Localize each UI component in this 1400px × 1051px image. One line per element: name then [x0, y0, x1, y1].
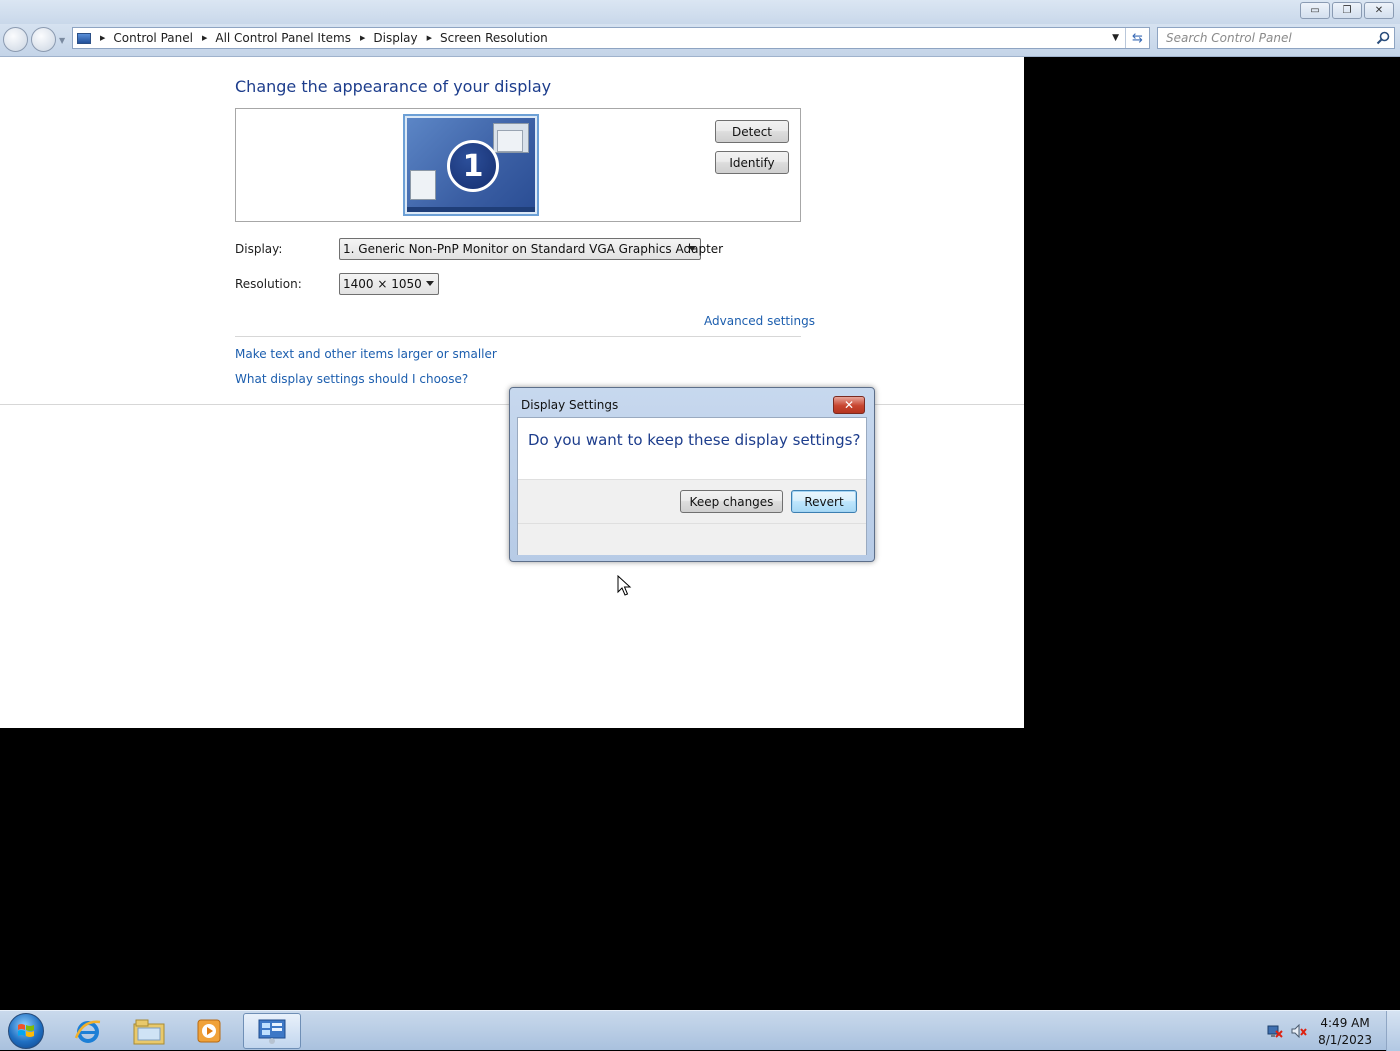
- show-desktop-button[interactable]: [1386, 1011, 1400, 1051]
- breadcrumb-arrow-icon[interactable]: ▶: [202, 34, 207, 42]
- display-settings-help-link[interactable]: What display settings should I choose?: [235, 372, 468, 386]
- taskbar-internet-explorer[interactable]: [59, 1013, 117, 1049]
- control-panel-icon: [258, 1019, 286, 1044]
- search-input[interactable]: [1166, 28, 1376, 48]
- clock-date: 8/1/2023: [1318, 1033, 1372, 1047]
- breadcrumb-arrow-icon[interactable]: ▶: [427, 34, 432, 42]
- clock-time: 4:49 AM: [1320, 1016, 1370, 1030]
- internet-explorer-icon: [74, 1020, 101, 1043]
- address-dropdown-icon[interactable]: ▼: [1112, 33, 1119, 43]
- restore-icon: ❐: [1342, 5, 1352, 16]
- dialog-body: Do you want to keep these display settin…: [517, 417, 867, 555]
- preview-window-graphic: [493, 123, 529, 153]
- back-button[interactable]: [3, 27, 28, 52]
- restore-button[interactable]: ❐: [1332, 2, 1362, 19]
- control-panel-icon: [77, 32, 91, 44]
- window-controls: ▭ ❐ ✕: [1300, 2, 1394, 19]
- dialog-close-button[interactable]: ✕: [833, 396, 865, 414]
- start-button[interactable]: [8, 1013, 44, 1049]
- search-box[interactable]: [1157, 27, 1395, 49]
- advanced-settings-link[interactable]: Advanced settings: [704, 314, 815, 328]
- resolution-label: Resolution:: [235, 277, 302, 291]
- network-disconnected-icon[interactable]: [1267, 1024, 1283, 1038]
- windows-logo-icon: [18, 1024, 34, 1037]
- revert-button[interactable]: Revert: [791, 490, 857, 513]
- minimize-button[interactable]: ▭: [1300, 2, 1330, 19]
- display-label: Display:: [235, 242, 283, 256]
- search-icon[interactable]: [1376, 31, 1390, 45]
- refresh-button[interactable]: ⇆: [1125, 28, 1149, 48]
- monitor-preview: 1: [407, 118, 535, 212]
- dialog-question: Do you want to keep these display settin…: [528, 431, 861, 449]
- display-select[interactable]: 1. Generic Non-PnP Monitor on Standard V…: [339, 238, 723, 260]
- navigation-bar: ▼ ▶ Control Panel ▶ All Control Panel It…: [0, 24, 1400, 57]
- dialog-footer: Keep changes Revert: [518, 479, 866, 555]
- resolution-select-value: 1400 × 1050: [343, 277, 422, 291]
- text-size-link[interactable]: Make text and other items larger or smal…: [235, 347, 497, 361]
- display-settings-dialog: Display Settings ✕ Do you want to keep t…: [509, 387, 875, 562]
- folder-icon: [133, 1019, 165, 1045]
- page-title: Change the appearance of your display: [235, 77, 552, 96]
- minimize-icon: ▭: [1310, 5, 1320, 16]
- detect-button[interactable]: Detect: [715, 120, 789, 143]
- breadcrumb-arrow-icon[interactable]: ▶: [100, 34, 105, 42]
- breadcrumb-screen-resolution[interactable]: Screen Resolution: [440, 31, 548, 45]
- keep-changes-button[interactable]: Keep changes: [680, 490, 783, 513]
- taskbar-control-panel[interactable]: [243, 1013, 301, 1049]
- chevron-down-icon: [426, 281, 434, 286]
- dialog-title: Display Settings: [521, 398, 619, 412]
- resolution-select[interactable]: 1400 × 1050: [339, 273, 439, 295]
- display-select-value: 1. Generic Non-PnP Monitor on Standard V…: [343, 242, 724, 256]
- chevron-down-icon: [688, 246, 696, 251]
- monitor-arrangement-panel: 1 Detect Identify: [235, 108, 801, 222]
- preview-taskbar-graphic: [407, 207, 535, 212]
- forward-button[interactable]: [31, 27, 56, 52]
- recent-pages-dropdown-icon[interactable]: ▼: [59, 36, 65, 45]
- taskbar: 4:49 AM 8/1/2023: [0, 1010, 1400, 1051]
- close-icon: ✕: [1374, 5, 1384, 16]
- system-clock[interactable]: 4:49 AM 8/1/2023: [1318, 1015, 1372, 1049]
- monitor-number-badge: 1: [447, 140, 499, 192]
- divider: [235, 336, 801, 337]
- speaker-muted-icon[interactable]: [1291, 1024, 1307, 1038]
- refresh-icon: ⇆: [1132, 30, 1143, 46]
- identify-button[interactable]: Identify: [715, 151, 789, 174]
- breadcrumb-arrow-icon[interactable]: ▶: [360, 34, 365, 42]
- address-bar[interactable]: ▶ Control Panel ▶ All Control Panel Item…: [72, 27, 1150, 49]
- breadcrumb-all-items[interactable]: All Control Panel Items: [215, 31, 351, 45]
- media-player-icon: [197, 1019, 221, 1043]
- preview-window-graphic: [410, 170, 436, 200]
- window-titlebar: ▭ ❐ ✕: [0, 0, 1400, 24]
- divider: [518, 523, 866, 524]
- close-icon: ✕: [843, 398, 855, 412]
- taskbar-windows-explorer[interactable]: [120, 1013, 178, 1049]
- close-window-button[interactable]: ✕: [1364, 2, 1394, 19]
- taskbar-media-player[interactable]: [180, 1013, 238, 1049]
- breadcrumb-display[interactable]: Display: [373, 31, 417, 45]
- monitor-1-thumbnail[interactable]: 1: [403, 114, 539, 216]
- mouse-cursor-icon: [617, 575, 632, 596]
- breadcrumb-control-panel[interactable]: Control Panel: [113, 31, 193, 45]
